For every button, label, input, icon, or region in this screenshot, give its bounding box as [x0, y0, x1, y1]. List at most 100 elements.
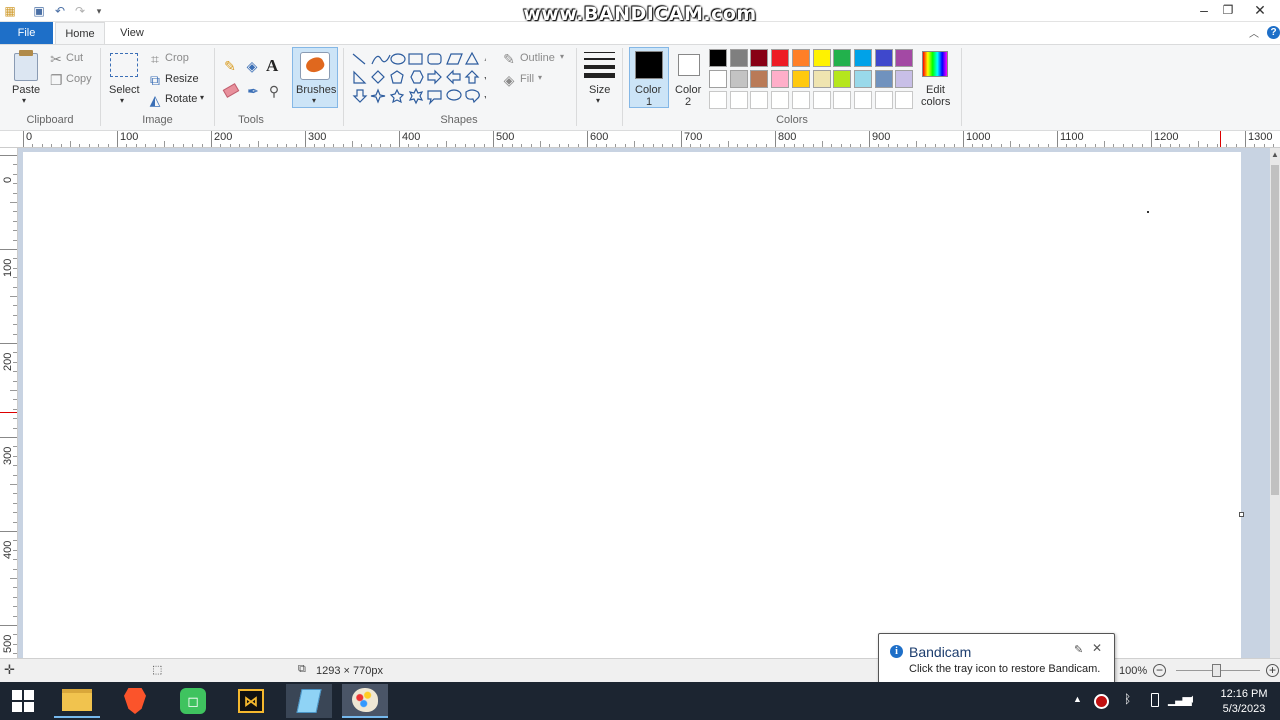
paint-button[interactable]: [342, 684, 388, 718]
collapse-ribbon-icon[interactable]: ︿: [1249, 25, 1259, 40]
palette-swatch[interactable]: [853, 49, 872, 67]
size-button[interactable]: Size: [589, 84, 610, 96]
brave-browser-button[interactable]: [112, 684, 158, 718]
bluetooth-icon[interactable]: ᛒ: [1124, 692, 1131, 706]
palette-swatch[interactable]: [895, 49, 914, 67]
battery-icon[interactable]: [1151, 693, 1159, 707]
tab-file[interactable]: File: [0, 22, 53, 44]
palette-swatch[interactable]: [729, 91, 748, 109]
show-hidden-icons-icon[interactable]: ▲: [1073, 694, 1082, 704]
ruler-minor-tick: [220, 144, 222, 147]
network-icon[interactable]: ▁▃▅: [1168, 692, 1192, 706]
select-dropdown-icon[interactable]: ▾: [120, 96, 124, 105]
zoom-out-button[interactable]: −: [1153, 664, 1166, 677]
palette-swatch[interactable]: [812, 70, 831, 88]
volume-icon[interactable]: 🔈︎: [1189, 691, 1197, 707]
size-dropdown-icon[interactable]: ▾: [596, 96, 600, 105]
start-button[interactable]: [0, 684, 46, 718]
palette-swatch[interactable]: [709, 91, 727, 109]
drawing-canvas[interactable]: [23, 152, 1241, 658]
palette-swatch[interactable]: [771, 49, 790, 67]
magnifier-icon[interactable]: ⚲: [266, 83, 282, 99]
copy-button[interactable]: Copy: [66, 73, 92, 85]
edit-colors-icon[interactable]: [922, 51, 948, 77]
tab-view[interactable]: View: [110, 22, 154, 44]
scroll-up-icon[interactable]: ▲: [1271, 150, 1279, 159]
palette-swatch[interactable]: [833, 91, 852, 109]
close-button[interactable]: ✕: [1240, 0, 1280, 22]
palette-swatch[interactable]: [853, 70, 872, 88]
clock-date[interactable]: 5/3/2023: [1220, 703, 1268, 715]
pencil-icon[interactable]: ✎: [222, 58, 238, 74]
color-palette[interactable]: [709, 49, 919, 111]
palette-swatch[interactable]: [812, 91, 831, 109]
ruler-label: 0: [2, 176, 14, 183]
outline-dropdown-icon[interactable]: ▾: [560, 52, 564, 61]
palette-swatch[interactable]: [874, 91, 893, 109]
palette-swatch[interactable]: [771, 70, 790, 88]
paste-button[interactable]: Paste: [12, 84, 40, 96]
rotate-button[interactable]: Rotate: [165, 93, 197, 105]
color-picker-icon[interactable]: ✒: [245, 83, 261, 99]
text-tool-icon[interactable]: A: [266, 56, 278, 76]
clock-time[interactable]: 12:16 PM: [1220, 688, 1268, 700]
palette-swatch[interactable]: [791, 91, 810, 109]
fill-bucket-icon[interactable]: ◈: [244, 58, 260, 74]
ruler-minor-tick: [13, 277, 17, 279]
scrollbar-thumb[interactable]: [1271, 165, 1279, 495]
palette-swatch[interactable]: [853, 91, 872, 109]
canvas-resize-handle[interactable]: [1239, 512, 1244, 517]
palette-swatch[interactable]: [895, 91, 914, 109]
app-button[interactable]: ◻: [170, 684, 216, 718]
palette-swatch[interactable]: [833, 70, 852, 88]
palette-swatch[interactable]: [750, 70, 769, 88]
palette-swatch[interactable]: [750, 91, 769, 109]
color-2-label[interactable]: Color: [675, 84, 701, 96]
palette-swatch[interactable]: [812, 49, 831, 67]
app-button[interactable]: ⋈: [228, 684, 274, 718]
palette-swatch[interactable]: [791, 70, 810, 88]
resize-button[interactable]: Resize: [165, 73, 199, 85]
size-icon[interactable]: [584, 52, 615, 53]
fill-dropdown-icon[interactable]: ▾: [538, 73, 542, 82]
outline-button[interactable]: Outline: [520, 52, 555, 64]
ruler-minor-tick: [13, 455, 17, 457]
crop-button[interactable]: Crop: [165, 52, 189, 64]
fill-button[interactable]: Fill: [520, 73, 534, 85]
edit-colors-button[interactable]: Edit: [926, 84, 945, 96]
select-button[interactable]: Select: [109, 84, 140, 96]
select-icon[interactable]: [110, 53, 138, 77]
rotate-dropdown-icon[interactable]: ▾: [200, 93, 204, 102]
tab-home[interactable]: Home: [55, 22, 105, 44]
palette-swatch[interactable]: [833, 49, 852, 67]
palette-swatch[interactable]: [874, 70, 893, 88]
palette-swatch[interactable]: [729, 49, 748, 67]
notification-close-icon[interactable]: ✕: [1092, 641, 1102, 655]
zoom-slider-thumb[interactable]: [1212, 664, 1221, 677]
pin-icon[interactable]: ✎: [1074, 643, 1083, 656]
bandicam-tray-icon[interactable]: [1094, 694, 1109, 709]
palette-swatch[interactable]: [709, 70, 727, 88]
ruler-minor-tick: [13, 324, 17, 326]
palette-swatch[interactable]: [874, 49, 893, 67]
help-icon[interactable]: ?: [1267, 26, 1280, 39]
palette-swatch[interactable]: [750, 49, 769, 67]
cut-button[interactable]: Cut: [66, 52, 83, 64]
palette-swatch[interactable]: [895, 70, 914, 88]
brushes-dropdown-icon[interactable]: ▾: [312, 96, 316, 105]
paste-dropdown-icon[interactable]: ▾: [22, 96, 26, 105]
paste-icon[interactable]: [14, 53, 38, 81]
color-2-swatch[interactable]: [678, 54, 700, 76]
palette-swatch[interactable]: [791, 49, 810, 67]
file-explorer-button[interactable]: [54, 684, 100, 718]
palette-swatch[interactable]: [771, 91, 790, 109]
palette-swatch[interactable]: [729, 70, 748, 88]
ruler-minor-tick: [13, 230, 17, 232]
maximize-button[interactable]: ❐: [1214, 0, 1242, 22]
shapes-gallery[interactable]: ▲ ▼ ▼: [350, 50, 486, 108]
ruler-minor-tick: [352, 141, 353, 147]
zoom-in-button[interactable]: +: [1266, 664, 1279, 677]
ruler-minor-tick: [1198, 141, 1199, 147]
notepad-button[interactable]: [286, 684, 332, 718]
palette-swatch[interactable]: [709, 49, 727, 67]
